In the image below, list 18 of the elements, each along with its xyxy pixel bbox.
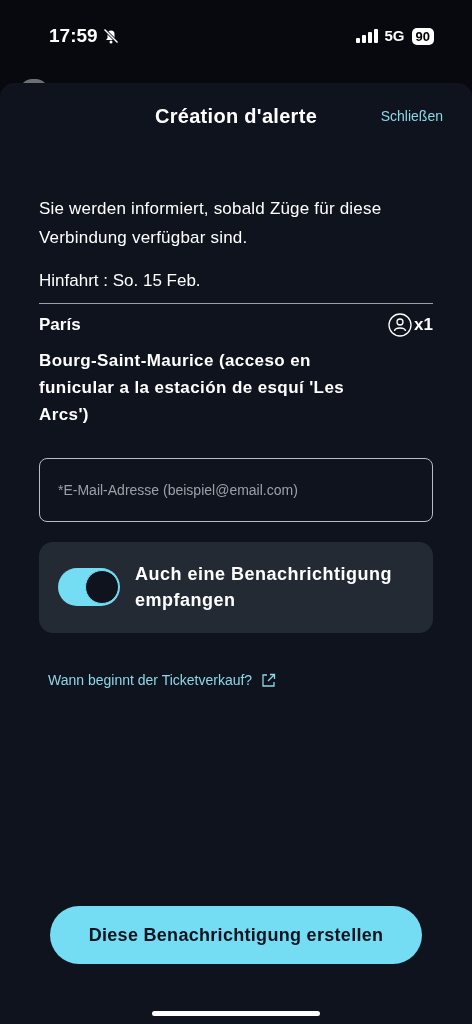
email-field[interactable]: *E-Mail-Adresse (beispiel@email.com) bbox=[39, 457, 433, 522]
ticket-sale-link[interactable]: Wann beginnt der Ticketverkauf? bbox=[48, 669, 253, 691]
outbound-date: Hinfahrt : So. 15 Feb. bbox=[39, 270, 202, 292]
person-icon bbox=[388, 312, 413, 337]
sheet-title: Création d'alerte bbox=[154, 104, 318, 129]
origin-station: París bbox=[39, 314, 81, 336]
external-link-icon bbox=[261, 672, 277, 688]
create-alert-button[interactable]: Diese Benachrichtigung erstellen bbox=[50, 906, 422, 964]
passenger-count: x1 bbox=[414, 314, 433, 336]
notification-toggle[interactable] bbox=[58, 568, 120, 606]
signal-icon bbox=[355, 29, 378, 43]
toggle-label: Auch eine Benachrichtigung empfangen bbox=[135, 563, 394, 612]
close-button[interactable]: Schließen bbox=[380, 105, 443, 127]
network-label: 5G bbox=[384, 25, 405, 46]
clock-time: 17:59 bbox=[49, 23, 98, 48]
info-text: Sie werden informiert, sobald Züge für diese Verbindung verfügbar sind. bbox=[39, 198, 383, 249]
destination-station: Bourg-Saint-Maurice (acceso en funicular a la estación de esquí 'Les Arcs') bbox=[39, 349, 346, 426]
battery-level: 90 bbox=[411, 27, 434, 45]
